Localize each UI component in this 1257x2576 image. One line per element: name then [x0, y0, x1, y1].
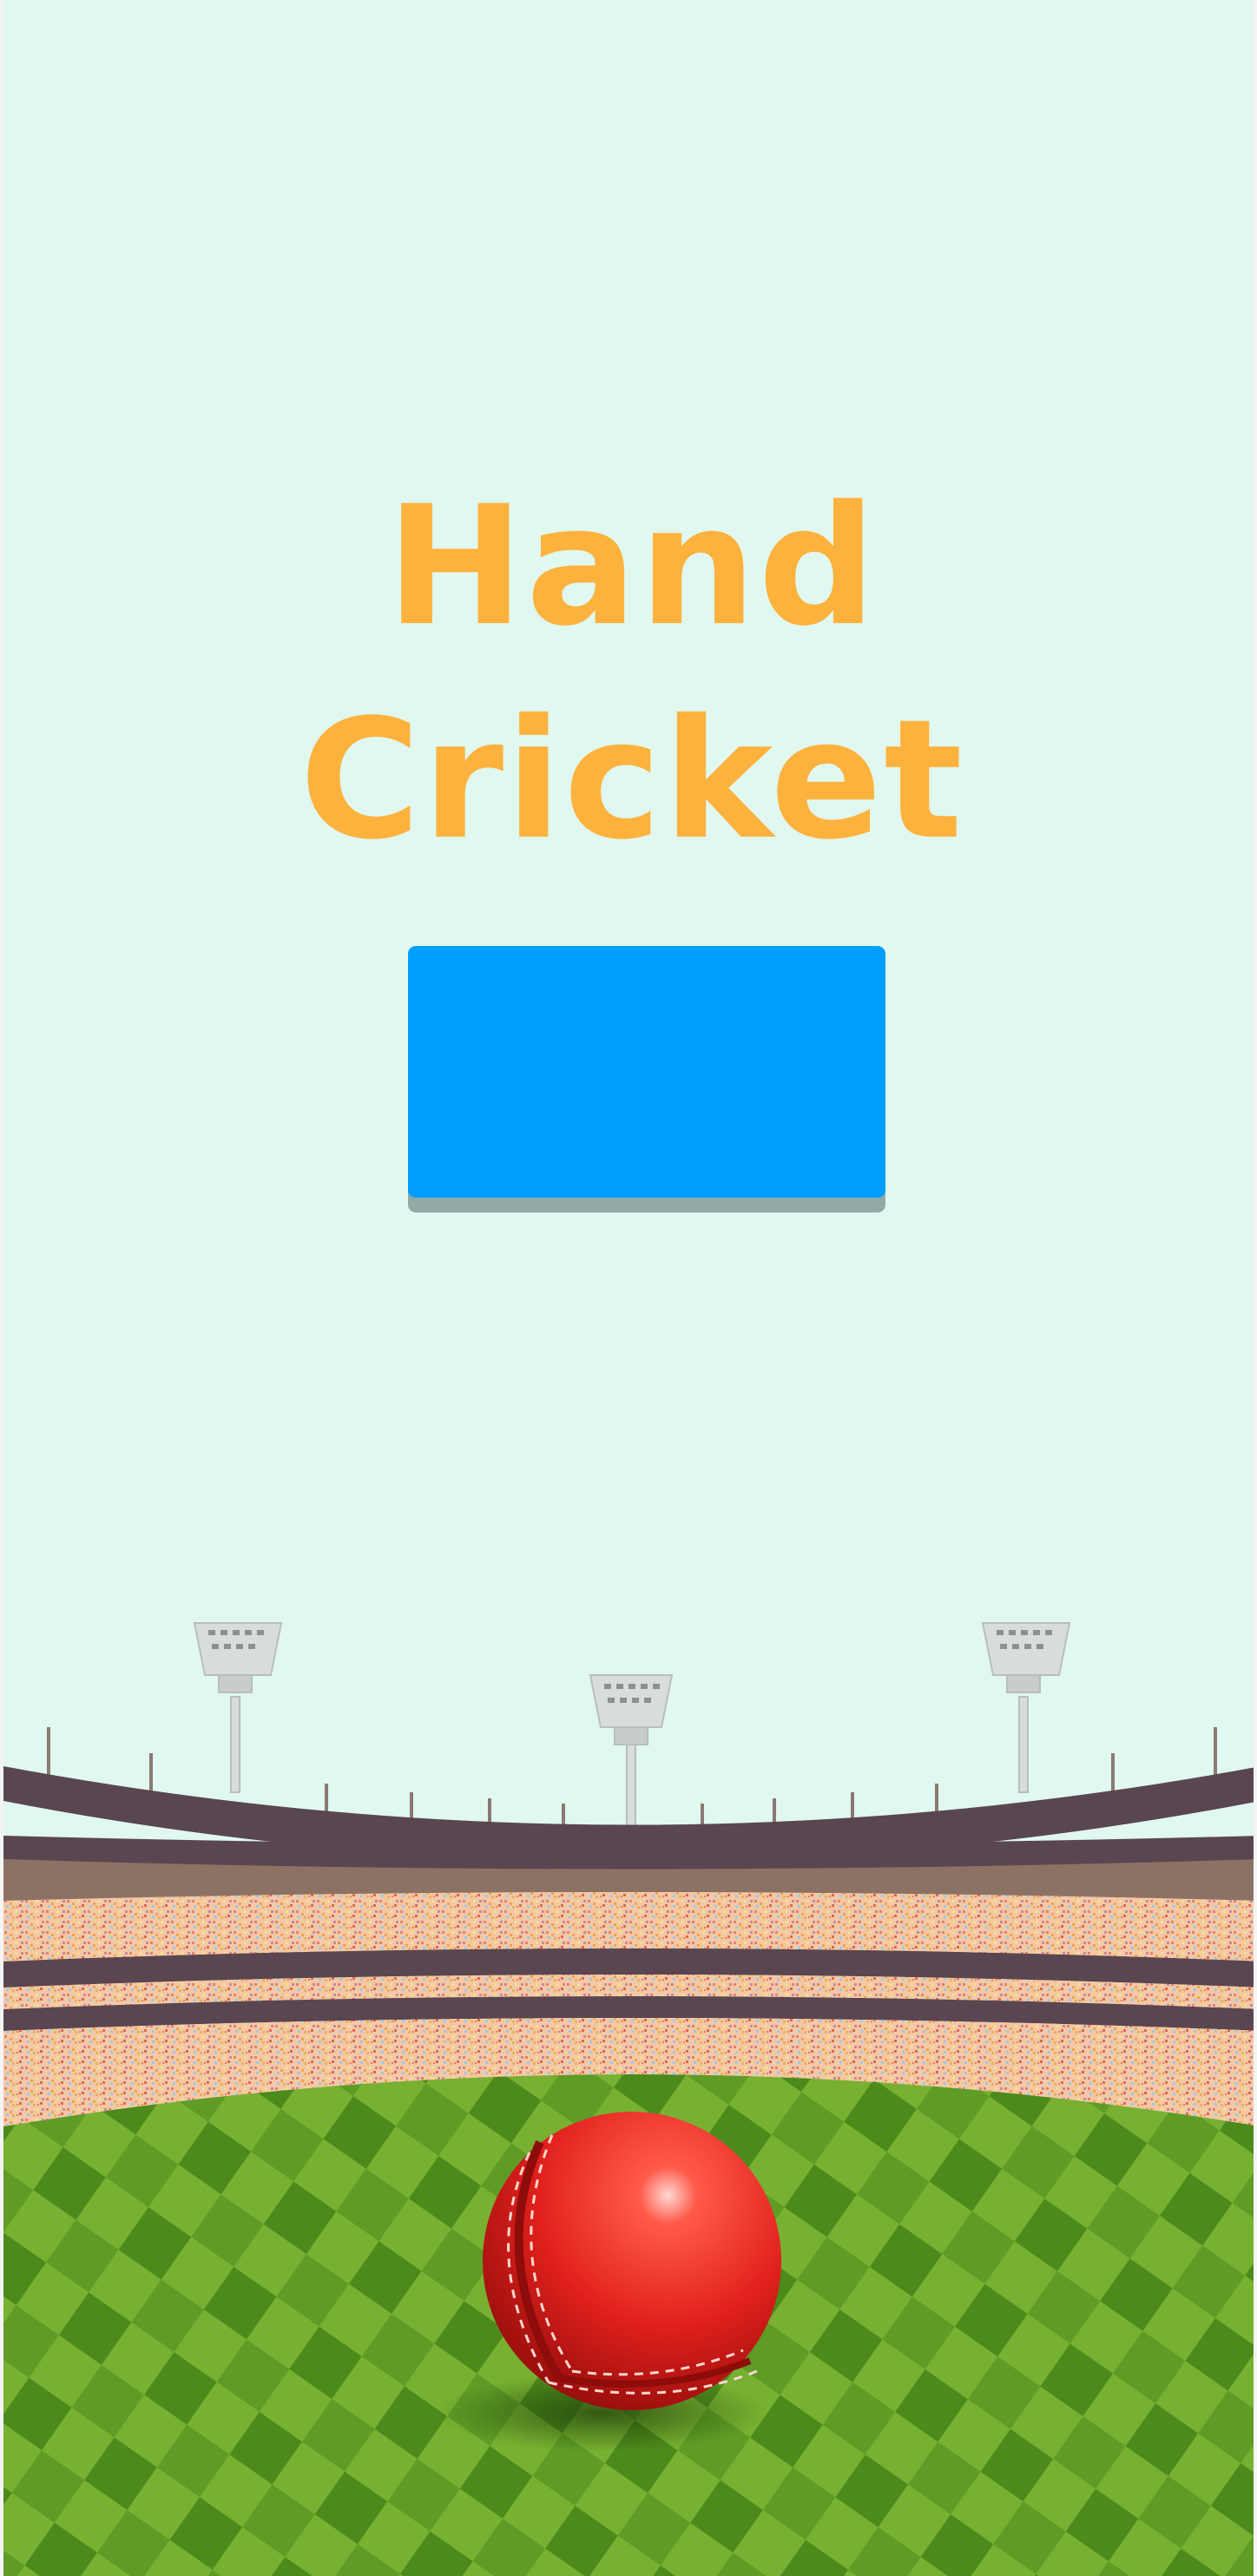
cricket-ball-icon [483, 2112, 781, 2410]
game-title: Hand Cricket [3, 460, 1254, 887]
title-line-hand: Hand [385, 470, 879, 662]
stadium-illustration-icon [3, 1622, 1254, 2576]
title-line-cricket: Cricket [299, 684, 964, 876]
main-menu-screen: Hand Cricket [0, 0, 1257, 2576]
play-button[interactable] [408, 946, 885, 1198]
